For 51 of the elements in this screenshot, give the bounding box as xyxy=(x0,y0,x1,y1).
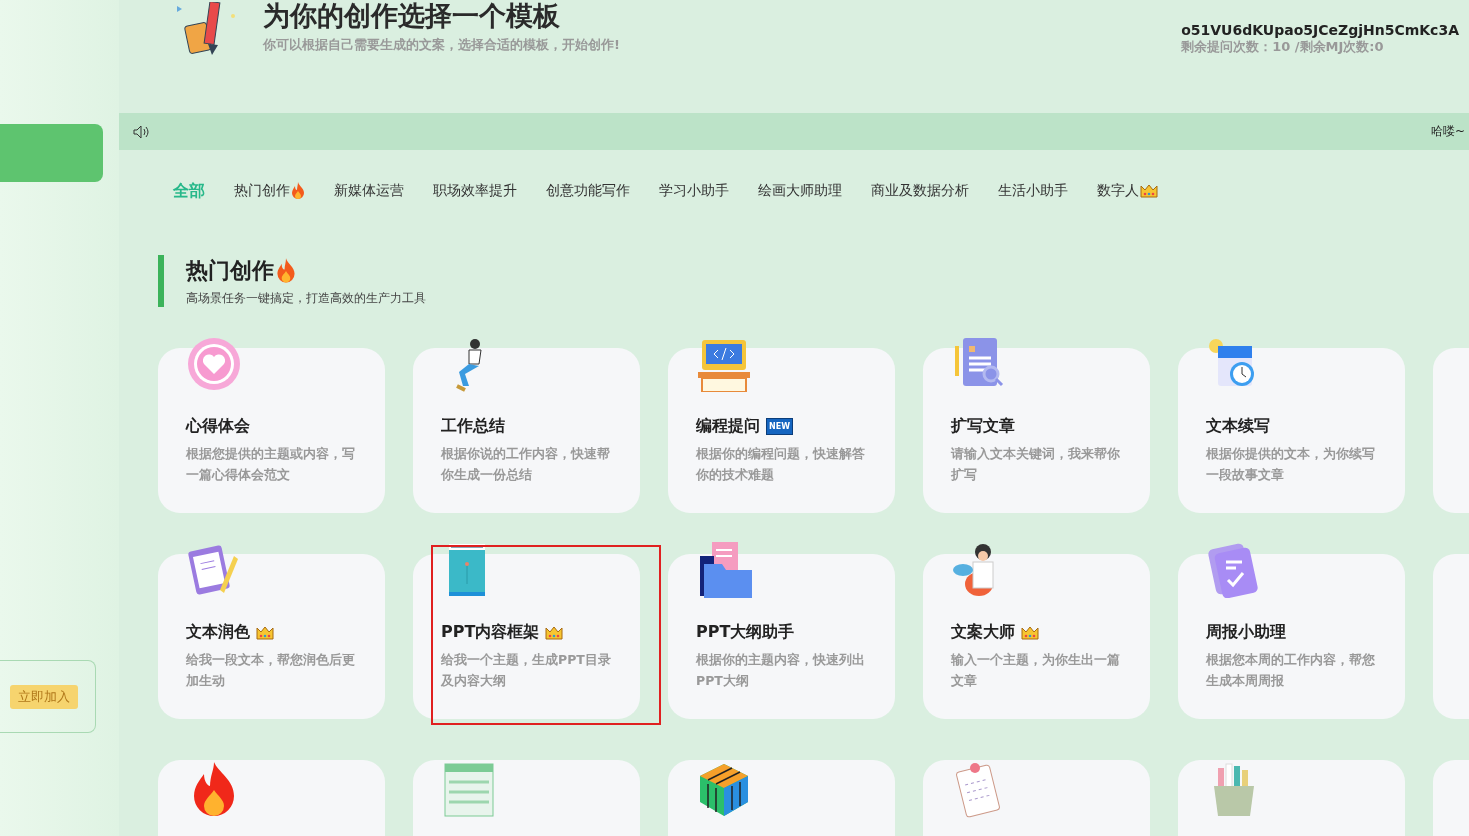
card-title: 文本续写 xyxy=(1206,416,1270,437)
card-title: 扩写文章 xyxy=(951,416,1015,437)
quota-text: 剩余提问次数：10 /剩余MJ次数:0 xyxy=(1181,38,1385,56)
card-title: PPT大纲助手 xyxy=(696,622,795,643)
card-description: 根据你说的工作内容，快速帮你生成一份总结 xyxy=(441,445,611,484)
user-id: o51VU6dKUpao5JCeZgjHn5CmKc3A xyxy=(1181,22,1459,38)
card-title: 文案大师 xyxy=(951,622,1015,643)
card-title: PPT内容框架 xyxy=(441,622,540,643)
sidebar-button[interactable] xyxy=(0,124,103,182)
card-title: 心得体会 xyxy=(186,416,250,437)
card-title: 文本润色 xyxy=(186,622,250,643)
template-card[interactable]: 心得体会 根据您提供的主题或内容，写一篇心得体会范文 xyxy=(158,348,385,513)
card-description: 根据您提供的主题或内容，写一篇心得体会范文 xyxy=(186,445,356,484)
category-tab[interactable]: 数字人 xyxy=(1097,182,1158,200)
template-card[interactable]: PPT内容框架 给我一个主题，生成PPT目录及内容大纲 xyxy=(413,554,640,719)
template-card[interactable]: 工作总结 根据你说的工作内容，快速帮你生成一份总结 xyxy=(413,348,640,513)
template-card[interactable]: 扩写文章 请输入文本关键词，我来帮你扩写 xyxy=(923,348,1150,513)
card-description: 根据你提供的文本，为你续写一段故事文章 xyxy=(1206,445,1376,484)
template-card[interactable]: 编程提问 NEW 根据你的编程问题，快速解答你的技术难题 xyxy=(668,348,895,513)
card-description: 根据你的编程问题，快速解答你的技术难题 xyxy=(696,445,866,484)
notice-text: 哈喽~ xyxy=(1430,123,1465,140)
card-description: 根据您本周的工作内容，帮您生成本周周报 xyxy=(1206,651,1376,690)
category-tab[interactable]: 职场效率提升 xyxy=(433,182,517,200)
list-icon xyxy=(441,762,497,818)
template-card[interactable]: 文案大师 输入一个主题，为你生出一篇文章 xyxy=(923,554,1150,719)
pencil-icon xyxy=(175,2,235,56)
card-description: 输入一个主题，为你生出一篇文章 xyxy=(951,651,1121,690)
new-badge: NEW xyxy=(766,418,793,435)
template-card[interactable]: 文本润色 给我一段文本，帮您润色后更加生动 xyxy=(158,554,385,719)
speaker-icon xyxy=(133,124,149,139)
template-card[interactable]: PPT大纲助手 根据你的主题内容，快速列出PPT大纲 xyxy=(668,554,895,719)
section-title: 热门创作 xyxy=(186,256,274,285)
category-tab[interactable]: 热门创作 xyxy=(234,182,305,200)
card-description: 给我一个主题，生成PPT目录及内容大纲 xyxy=(441,651,612,690)
card-description: 根据你的主题内容，快速列出PPT大纲 xyxy=(696,651,866,690)
section-subtitle: 高场景任务一键搞定，打造高效的生产力工具 xyxy=(186,289,427,307)
category-tab[interactable]: 学习小助手 xyxy=(659,182,729,200)
category-tab[interactable]: 绘画大师助理 xyxy=(758,182,842,200)
category-tab[interactable]: 创意功能写作 xyxy=(546,182,630,200)
page-title: 为你的创作选择一个模板 xyxy=(263,0,561,32)
template-card[interactable]: 周报小助理 根据您本周的工作内容，帮您生成本周周报 xyxy=(1178,554,1405,719)
category-tab[interactable]: 生活小助手 xyxy=(998,182,1068,200)
card-title: 周报小助理 xyxy=(1206,622,1286,643)
card-title: 工作总结 xyxy=(441,416,505,437)
category-tab[interactable]: 商业及数据分析 xyxy=(871,182,969,200)
card-title: 编程提问 xyxy=(696,416,760,437)
card-description: 请输入文本关键词，我来帮你扩写 xyxy=(951,445,1121,484)
page-subtitle: 你可以根据自己需要生成的文案，选择合适的模板，开始创作! xyxy=(263,36,620,54)
card-description: 给我一段文本，帮您润色后更加生动 xyxy=(186,651,356,690)
category-tab[interactable]: 新媒体运营 xyxy=(334,182,404,200)
template-card[interactable]: 文本续写 根据你提供的文本，为你续写一段故事文章 xyxy=(1178,348,1405,513)
